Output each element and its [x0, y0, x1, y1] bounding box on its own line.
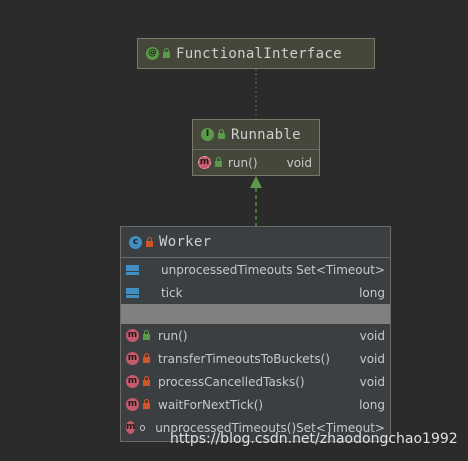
method-icon: m: [126, 421, 136, 434]
package-visibility-icon: [140, 424, 146, 431]
class-icon: c: [129, 235, 142, 249]
field-row[interactable]: unprocessedTimeouts Set<Timeout>: [121, 258, 390, 281]
method-name: processCancelledTasks(): [158, 374, 305, 389]
interface-name: Runnable: [231, 126, 301, 143]
selection-highlight: [121, 304, 390, 324]
method-name: transferTimeoutsToBuckets(): [158, 351, 330, 366]
method-abstract-icon: m: [198, 156, 211, 169]
field-type: long: [359, 285, 385, 300]
private-lock-icon: [143, 376, 150, 386]
field-row[interactable]: tick long: [121, 281, 390, 304]
method-row[interactable]: m run() void: [193, 150, 319, 175]
public-lock-icon: [143, 330, 150, 340]
method-name: waitForNextTick(): [158, 397, 264, 412]
method-name: run(): [158, 328, 188, 343]
interface-box[interactable]: I Runnable m run() void: [192, 119, 320, 176]
implements-arrowhead: [250, 176, 262, 188]
public-lock-icon: [163, 48, 170, 58]
private-lock-icon: [143, 399, 150, 409]
method-icon: m: [126, 398, 139, 411]
method-row[interactable]: m waitForNextTick() long: [121, 393, 390, 416]
field-name: tick: [161, 285, 183, 300]
class-name: Worker: [159, 234, 212, 250]
method-row[interactable]: m processCancelledTasks() void: [121, 370, 390, 393]
annotation-name: FunctionalInterface: [176, 45, 342, 62]
method-type: void: [286, 155, 312, 170]
method-row[interactable]: m transferTimeoutsToBuckets() void: [121, 347, 390, 370]
field-name: unprocessedTimeouts: [161, 262, 293, 277]
private-lock-icon: [143, 353, 150, 363]
field-type: Set<Timeout>: [296, 262, 385, 277]
annotation-box[interactable]: @ FunctionalInterface: [137, 38, 375, 69]
method-name: run(): [228, 155, 258, 170]
method-icon: m: [126, 329, 139, 342]
method-row[interactable]: m run() void: [121, 324, 390, 347]
class-box[interactable]: c Worker unprocessedTimeouts Set<Timeout…: [120, 226, 391, 442]
method-type: long: [359, 397, 385, 412]
method-type: void: [359, 328, 385, 343]
private-lock-icon: [146, 236, 153, 247]
method-type: void: [359, 351, 385, 366]
final-field-icon: [126, 263, 140, 277]
at-sign-annotation-icon: @: [146, 47, 159, 60]
method-icon: m: [126, 375, 139, 388]
watermark: https://blog.csdn.net/zhaodongchao1992: [170, 431, 458, 447]
public-lock-icon: [215, 157, 222, 167]
method-icon: m: [126, 352, 139, 365]
public-lock-icon: [218, 129, 225, 139]
interface-icon: I: [201, 128, 214, 141]
method-type: void: [359, 374, 385, 389]
final-field-icon: [126, 286, 140, 300]
